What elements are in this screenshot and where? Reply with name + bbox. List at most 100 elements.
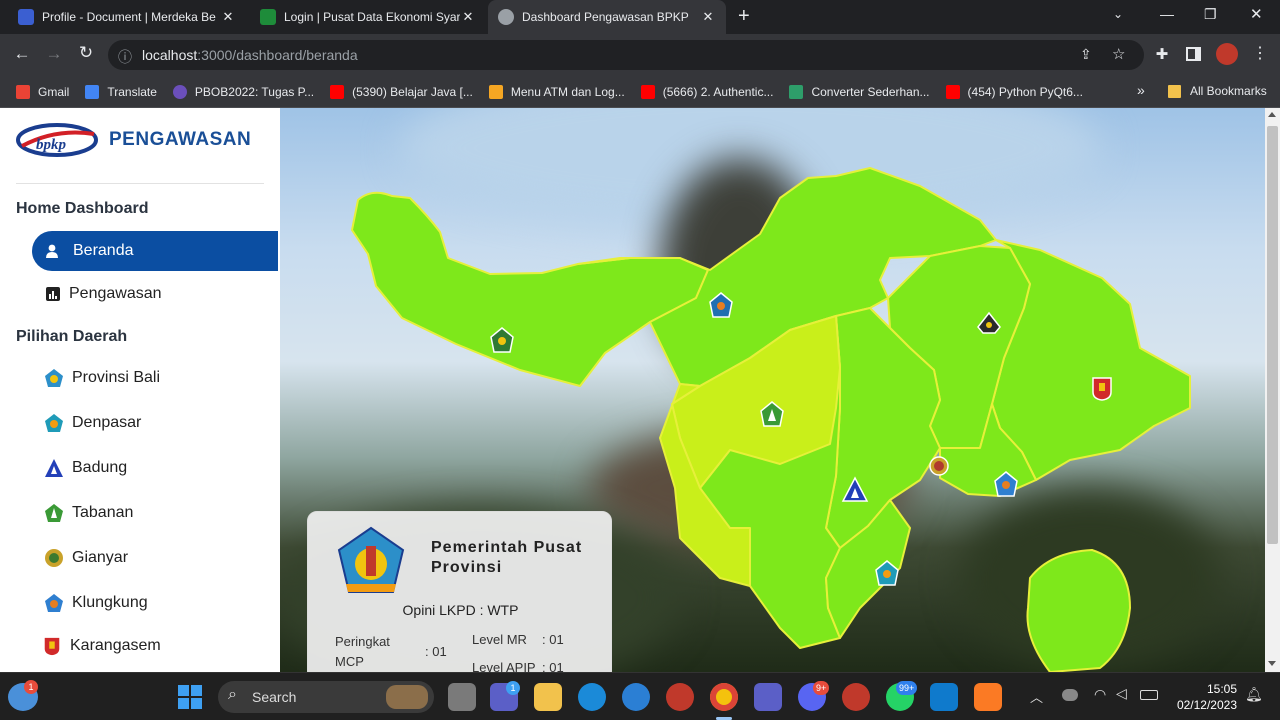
karangasem-emblem-icon[interactable]	[1092, 377, 1112, 401]
windows-logo-icon	[178, 685, 189, 696]
close-tab-icon[interactable]: ✕	[460, 9, 476, 25]
translate-icon	[85, 84, 100, 99]
edge-icon[interactable]	[578, 683, 606, 711]
bookmark-item[interactable]: (5390) Belajar Java [...	[330, 84, 473, 99]
tab-search-icon[interactable]: ⌄	[1113, 7, 1123, 21]
divider	[16, 183, 264, 184]
browser-tab-strip: Profile - Document | Merdeka Be ✕ Login …	[0, 0, 1280, 34]
bookmark-item[interactable]: (5666) 2. Authentic...	[640, 84, 773, 99]
gianyar-emblem-icon[interactable]	[929, 456, 949, 476]
clock-time: 15:05	[1206, 682, 1237, 696]
extensions-icon[interactable]: ✚	[1150, 45, 1174, 63]
xampp-icon[interactable]	[974, 683, 1002, 711]
region-item-badung[interactable]: Badung	[44, 458, 127, 478]
restore-icon[interactable]: ❐	[1204, 6, 1217, 23]
bookmark-item[interactable]: Menu ATM dan Log...	[488, 84, 625, 99]
scrollbar-thumb[interactable]	[1267, 126, 1278, 544]
level-apip-value: : 01	[542, 660, 564, 672]
nav-item-beranda[interactable]: Beranda	[32, 231, 278, 271]
battery-icon[interactable]	[1140, 690, 1158, 700]
tab-title: Profile - Document | Merdeka Be	[42, 10, 216, 24]
bookmark-item[interactable]: PBOB2022: Tugas P...	[172, 84, 314, 99]
start-button[interactable]	[178, 685, 202, 709]
browser-toolbar: ← → ↻ ⓘ localhost:3000/dashboard/beranda…	[0, 34, 1280, 76]
help-icon[interactable]	[622, 683, 650, 711]
site-info-icon[interactable]: ⓘ	[118, 47, 132, 67]
close-tab-icon[interactable]: ✕	[220, 9, 236, 25]
tab-title: Dashboard Pengawasan BPKP	[522, 10, 689, 24]
minimize-icon[interactable]: —	[1160, 6, 1174, 22]
back-icon[interactable]: ←	[10, 44, 34, 64]
close-window-icon[interactable]: ✕	[1250, 5, 1263, 23]
region-item-gianyar[interactable]: Gianyar	[44, 548, 128, 568]
scroll-up-arrow-icon[interactable]	[1268, 112, 1276, 117]
more-bookmarks-icon[interactable]: »	[1137, 82, 1145, 98]
peringkat-mcp-label: Peringkat MCP	[335, 634, 390, 669]
region-item-klungkung[interactable]: Klungkung	[44, 593, 148, 613]
section-home-heading: Home Dashboard	[16, 200, 149, 217]
system-clock[interactable]: 15:05 02/12/2023	[1175, 681, 1237, 713]
file-explorer-icon[interactable]	[534, 683, 562, 711]
bookmark-item[interactable]: (454) Python PyQt6...	[945, 84, 1083, 99]
vscode-icon[interactable]	[930, 683, 958, 711]
page-content: bpkp PENGAWASAN Home Dashboard Beranda P…	[0, 108, 1280, 672]
folder-icon	[1168, 84, 1181, 98]
profile-avatar[interactable]	[1216, 43, 1238, 65]
new-tab-button[interactable]: +	[738, 5, 750, 28]
volume-icon[interactable]: ◁	[1116, 685, 1127, 702]
cube-icon	[789, 84, 804, 99]
app-icon[interactable]	[666, 683, 694, 711]
region-item-provinsi-bali[interactable]: Provinsi Bali	[44, 368, 160, 388]
close-tab-icon[interactable]: ✕	[700, 9, 716, 25]
menu-kebab-icon[interactable]: ⋮	[1248, 43, 1272, 63]
url-path: :3000/dashboard/beranda	[197, 47, 358, 63]
all-bookmarks-button[interactable]: All Bookmarks	[1168, 84, 1267, 98]
wifi-icon[interactable]: ◠	[1094, 686, 1106, 703]
address-bar[interactable]: ⓘ localhost:3000/dashboard/beranda ⇪ ☆	[108, 40, 1144, 70]
box-icon	[488, 84, 503, 99]
onedrive-icon[interactable]	[1062, 689, 1078, 701]
section-regions-heading: Pilihan Daerah	[16, 328, 128, 345]
bookmark-star-icon[interactable]: ☆	[1112, 45, 1125, 63]
youtube-icon	[330, 84, 345, 99]
teams-icon[interactable]	[754, 683, 782, 711]
browser-tab[interactable]: Profile - Document | Merdeka Be ✕	[8, 0, 246, 34]
bpkp-logo: bpkp	[16, 122, 98, 158]
bookmark-item[interactable]: Translate	[85, 84, 157, 99]
region-nusa-penida[interactable]	[1026, 549, 1131, 672]
region-item-karangasem[interactable]: Karangasem	[42, 636, 161, 656]
tab-title: Login | Pusat Data Ekonomi Syar	[284, 10, 460, 24]
chrome-icon[interactable]	[710, 683, 738, 711]
taskbar-search[interactable]: ⌕ Search	[218, 681, 434, 713]
app-icon[interactable]	[842, 683, 870, 711]
region-jembrana[interactable]	[351, 191, 709, 387]
notification-bell-icon[interactable]: 🔔︎	[1245, 686, 1263, 703]
show-hidden-icons-icon[interactable]: ︿	[1030, 687, 1043, 706]
bookmark-item[interactable]: Converter Sederhan...	[789, 84, 930, 99]
bookmarks-bar: Gmail Translate PBOB2022: Tugas P... (53…	[0, 76, 1280, 108]
side-panel-icon[interactable]	[1186, 47, 1201, 61]
reload-icon[interactable]: ↻	[74, 43, 98, 63]
task-view-icon[interactable]	[448, 683, 476, 711]
share-icon[interactable]: ⇪	[1080, 46, 1092, 63]
browser-tab[interactable]: Login | Pusat Data Ekonomi Syar ✕	[250, 0, 486, 34]
nav-item-pengawasan[interactable]: Pengawasan	[46, 285, 162, 303]
favicon-icon	[260, 9, 276, 25]
page-scrollbar[interactable]	[1265, 108, 1280, 672]
peringkat-mcp-value: : 01	[425, 644, 447, 659]
card-title: Pemerintah Pusat Provinsi	[431, 539, 583, 576]
youtube-icon	[640, 84, 655, 99]
browser-tab-active[interactable]: Dashboard Pengawasan BPKP ✕	[488, 0, 726, 34]
discord-badge: 9+	[813, 681, 830, 695]
region-item-denpasar[interactable]: Denpasar	[44, 413, 141, 433]
region-item-tabanan[interactable]: Tabanan	[44, 503, 133, 523]
provinsi-bali-emblem-icon	[337, 526, 405, 593]
forward-icon[interactable]: →	[42, 44, 66, 64]
opini-lkpd: Opini LKPD : WTP	[402, 602, 519, 618]
app-brand: PENGAWASAN	[109, 129, 252, 150]
scroll-down-arrow-icon[interactable]	[1268, 661, 1276, 666]
bookmark-item[interactable]: Gmail	[16, 84, 69, 99]
tabanan-emblem-icon	[45, 504, 63, 522]
favicon-icon	[18, 9, 34, 25]
sidebar: bpkp PENGAWASAN Home Dashboard Beranda P…	[0, 108, 280, 672]
